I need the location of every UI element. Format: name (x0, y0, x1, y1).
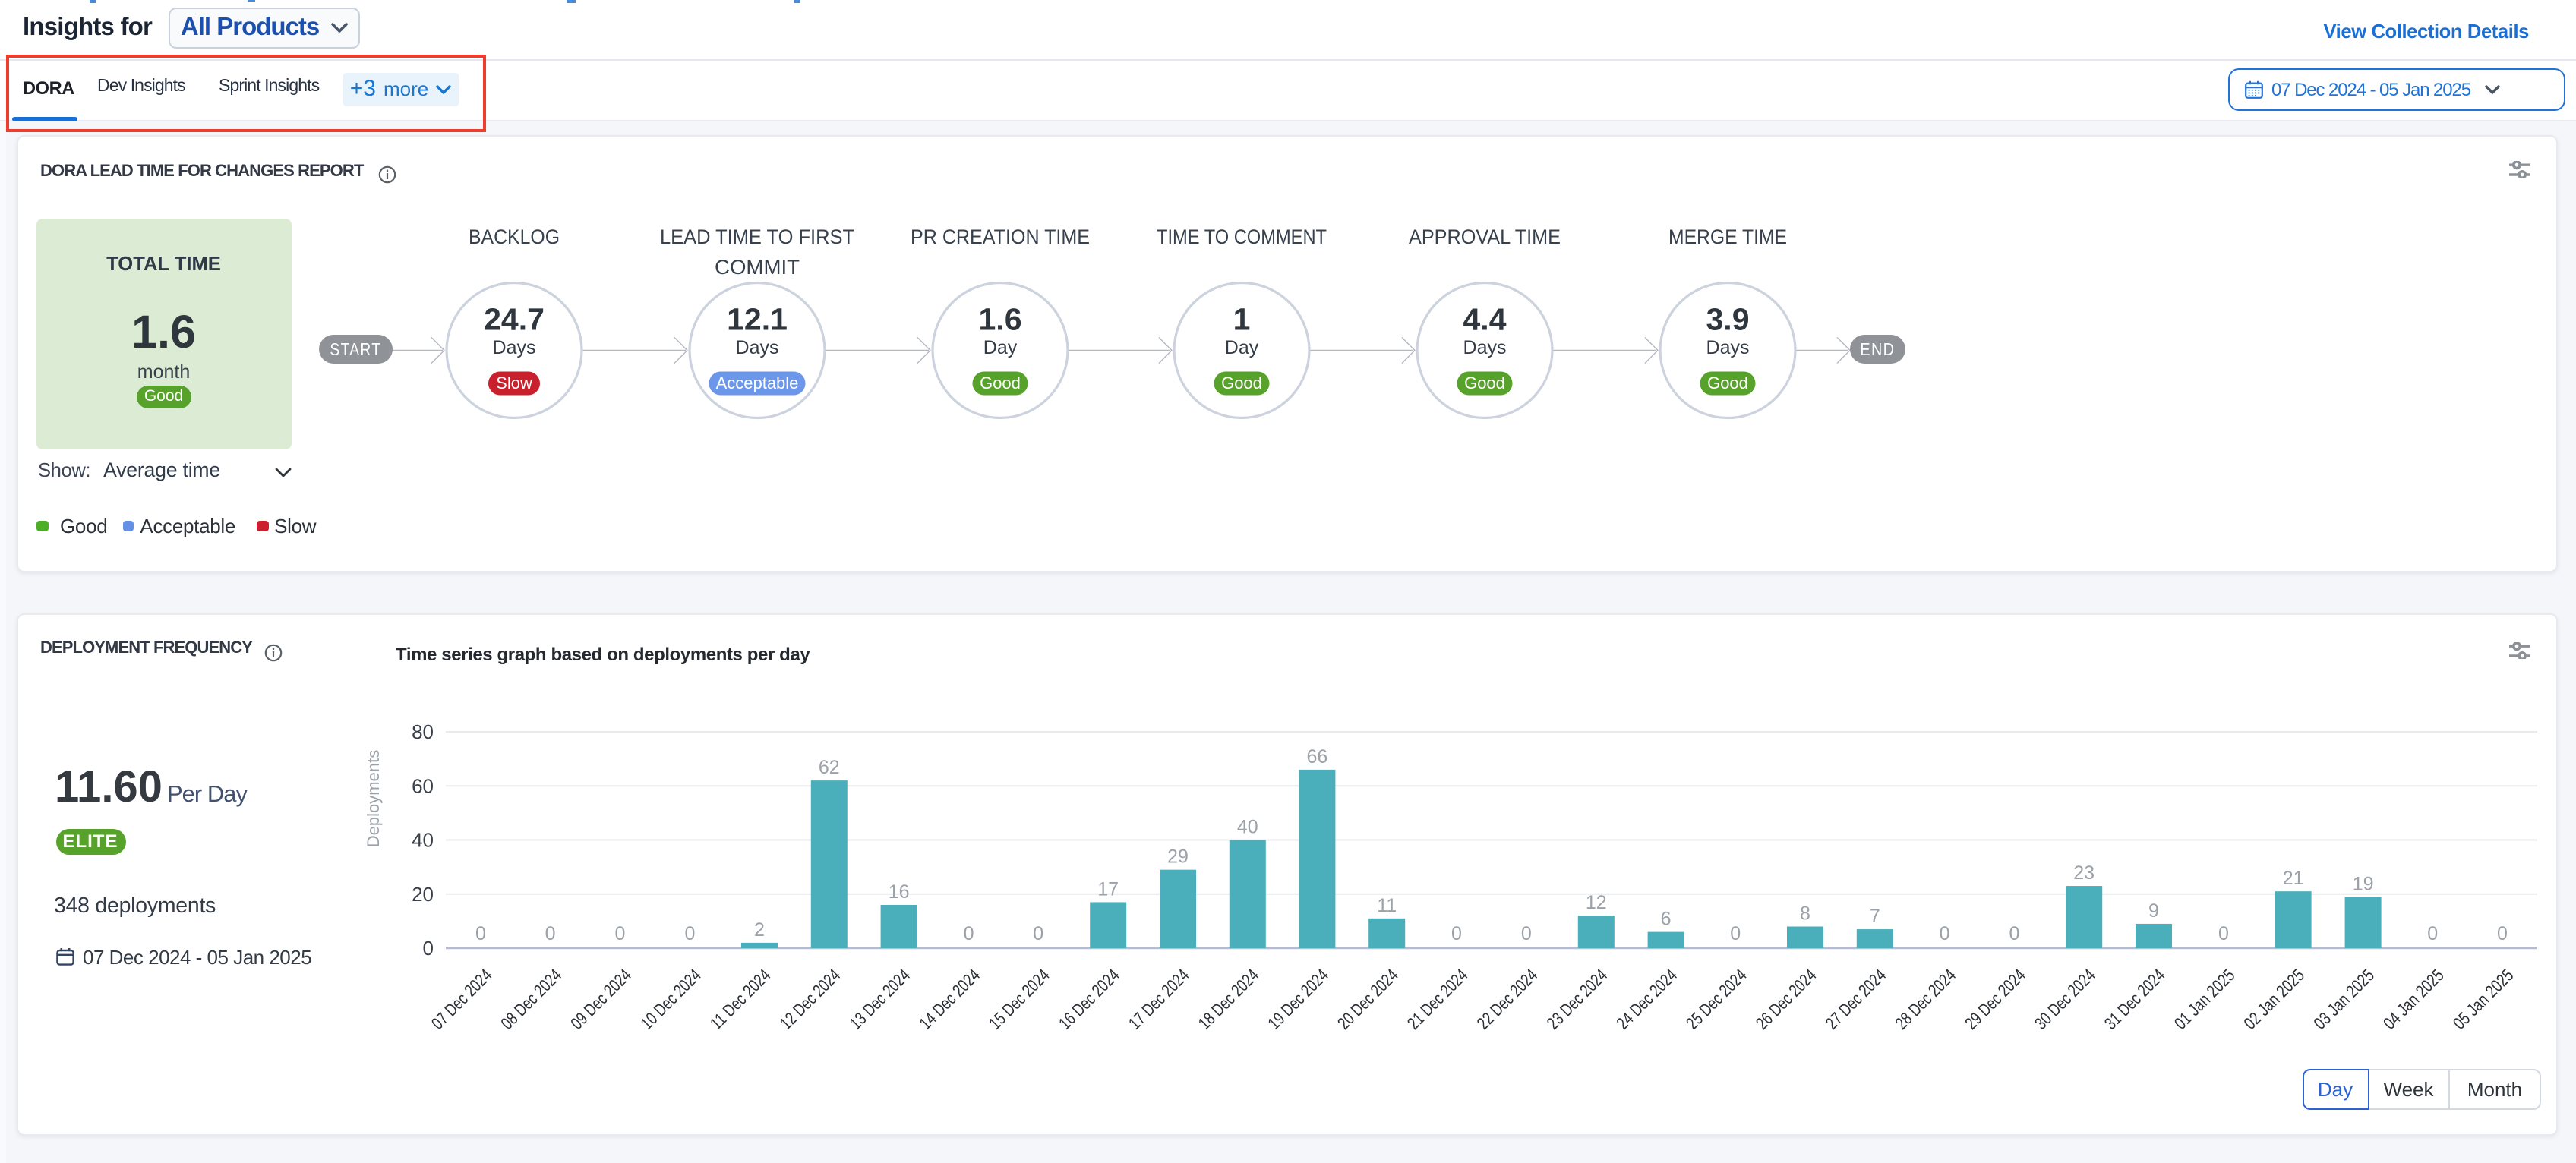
svg-text:03 Jan 2025: 03 Jan 2025 (2309, 965, 2378, 1033)
svg-text:1: 1 (1233, 302, 1251, 337)
svg-text:Acceptable: Acceptable (716, 373, 799, 392)
svg-text:17: 17 (1097, 878, 1119, 900)
svg-text:01 Jan 2025: 01 Jan 2025 (2170, 965, 2239, 1033)
svg-text:START: START (330, 339, 381, 359)
svg-text:08 Dec 2024: 08 Dec 2024 (497, 965, 565, 1033)
svg-text:60: 60 (412, 774, 434, 797)
svg-text:Good: Good (1707, 373, 1748, 392)
svg-text:19: 19 (2353, 873, 2374, 894)
svg-text:9: 9 (2148, 900, 2159, 922)
svg-text:0: 0 (1730, 923, 1741, 944)
svg-text:13 Dec 2024: 13 Dec 2024 (845, 965, 914, 1033)
svg-text:Days: Days (493, 337, 536, 358)
svg-text:11: 11 (1377, 895, 1397, 916)
svg-text:20 Dec 2024: 20 Dec 2024 (1334, 965, 1402, 1033)
svg-text:24 Dec 2024: 24 Dec 2024 (1612, 965, 1681, 1033)
svg-text:0: 0 (964, 923, 974, 944)
svg-text:APPROVAL TIME: APPROVAL TIME (1409, 225, 1561, 248)
svg-text:16: 16 (889, 881, 910, 903)
svg-text:Good: Good (1464, 373, 1505, 392)
svg-text:0: 0 (2427, 923, 2438, 944)
svg-text:Days: Days (1463, 337, 1507, 358)
svg-text:PR CREATION TIME: PR CREATION TIME (911, 225, 1090, 248)
svg-text:2: 2 (754, 919, 765, 941)
svg-text:6: 6 (1661, 909, 1672, 930)
svg-text:0: 0 (1033, 923, 1043, 944)
svg-text:0: 0 (1521, 923, 1532, 944)
svg-text:MERGE TIME: MERGE TIME (1668, 225, 1787, 248)
svg-text:0: 0 (2497, 923, 2508, 944)
svg-text:BACKLOG: BACKLOG (469, 225, 560, 248)
svg-text:16 Dec 2024: 16 Dec 2024 (1055, 965, 1123, 1033)
svg-text:23 Dec 2024: 23 Dec 2024 (1543, 965, 1612, 1033)
svg-text:15 Dec 2024: 15 Dec 2024 (985, 965, 1053, 1033)
svg-text:66: 66 (1306, 746, 1327, 767)
svg-text:12: 12 (1586, 892, 1607, 913)
svg-text:07 Dec 2024: 07 Dec 2024 (428, 965, 496, 1033)
svg-text:29 Dec 2024: 29 Dec 2024 (1961, 965, 2029, 1033)
svg-text:Day: Day (1225, 337, 1259, 358)
svg-text:21: 21 (2283, 868, 2304, 889)
svg-text:40: 40 (1237, 817, 1258, 838)
svg-text:14 Dec 2024: 14 Dec 2024 (915, 965, 983, 1033)
svg-text:19 Dec 2024: 19 Dec 2024 (1264, 965, 1332, 1033)
svg-text:7: 7 (1870, 906, 1880, 927)
svg-text:09 Dec 2024: 09 Dec 2024 (567, 965, 635, 1033)
svg-text:Day: Day (983, 337, 1018, 358)
svg-text:23: 23 (2073, 862, 2095, 884)
svg-text:0: 0 (423, 937, 434, 960)
svg-text:0: 0 (545, 923, 556, 944)
svg-text:TIME TO COMMENT: TIME TO COMMENT (1157, 225, 1327, 248)
svg-text:40: 40 (412, 829, 434, 852)
svg-text:17 Dec 2024: 17 Dec 2024 (1125, 965, 1193, 1033)
svg-text:04 Jan 2025: 04 Jan 2025 (2379, 965, 2448, 1033)
svg-text:4.4: 4.4 (1463, 302, 1507, 337)
svg-text:0: 0 (475, 923, 486, 944)
svg-text:8: 8 (1800, 903, 1810, 925)
svg-text:Good: Good (1221, 373, 1262, 392)
svg-text:Slow: Slow (496, 373, 532, 392)
svg-text:Days: Days (1706, 337, 1750, 358)
svg-text:LEAD TIME TO FIRST: LEAD TIME TO FIRST (660, 225, 854, 248)
svg-text:12 Dec 2024: 12 Dec 2024 (776, 965, 844, 1033)
svg-text:29: 29 (1167, 846, 1189, 868)
svg-text:30 Dec 2024: 30 Dec 2024 (2031, 965, 2099, 1033)
svg-text:11 Dec 2024: 11 Dec 2024 (706, 965, 775, 1033)
svg-text:80: 80 (412, 720, 434, 743)
svg-text:1.6: 1.6 (979, 302, 1022, 337)
svg-text:3.9: 3.9 (1706, 302, 1750, 337)
svg-text:20: 20 (412, 883, 434, 906)
svg-text:18 Dec 2024: 18 Dec 2024 (1195, 965, 1263, 1033)
svg-text:05 Jan 2025: 05 Jan 2025 (2449, 965, 2518, 1033)
svg-text:31 Dec 2024: 31 Dec 2024 (2101, 965, 2169, 1033)
svg-text:Good: Good (980, 373, 1021, 392)
svg-text:0: 0 (1940, 923, 1950, 944)
svg-text:Deployments: Deployments (366, 750, 383, 847)
svg-text:25 Dec 2024: 25 Dec 2024 (1682, 965, 1750, 1033)
svg-text:27 Dec 2024: 27 Dec 2024 (1822, 965, 1890, 1033)
svg-text:0: 0 (1451, 923, 1462, 944)
svg-text:02 Jan 2025: 02 Jan 2025 (2240, 965, 2308, 1033)
svg-text:0: 0 (614, 923, 625, 944)
svg-text:12.1: 12.1 (727, 302, 788, 337)
svg-text:COMMIT: COMMIT (715, 256, 800, 279)
svg-text:62: 62 (819, 757, 840, 778)
svg-text:10 Dec 2024: 10 Dec 2024 (636, 965, 705, 1033)
svg-text:26 Dec 2024: 26 Dec 2024 (1752, 965, 1820, 1033)
svg-text:Days: Days (736, 337, 779, 358)
svg-text:22 Dec 2024: 22 Dec 2024 (1473, 965, 1542, 1033)
svg-text:21 Dec 2024: 21 Dec 2024 (1403, 965, 1472, 1033)
svg-text:0: 0 (2009, 923, 2019, 944)
svg-text:0: 0 (684, 923, 695, 944)
svg-text:END: END (1860, 339, 1895, 359)
svg-text:0: 0 (2218, 923, 2229, 944)
svg-text:24.7: 24.7 (484, 302, 545, 337)
svg-text:28 Dec 2024: 28 Dec 2024 (1891, 965, 1959, 1033)
